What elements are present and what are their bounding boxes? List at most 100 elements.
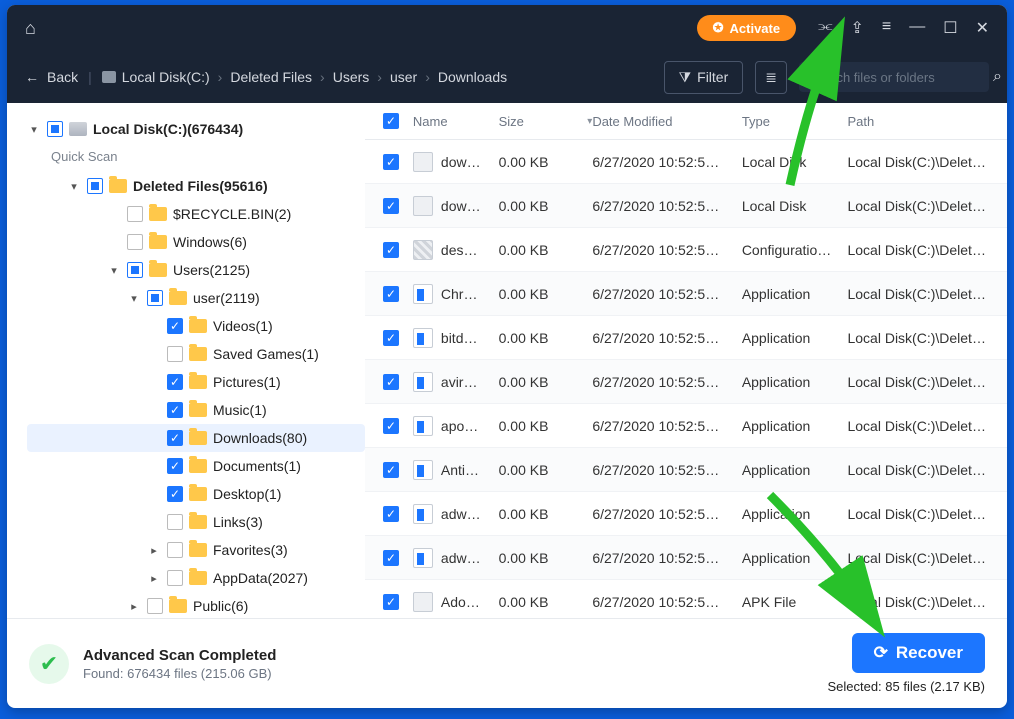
tree-item[interactable]: Downloads(80) xyxy=(27,424,365,452)
minimize-icon[interactable]: — xyxy=(909,18,925,38)
search-field[interactable]: ⌕ xyxy=(799,62,989,92)
row-checkbox[interactable] xyxy=(383,154,399,170)
tree-checkbox[interactable] xyxy=(167,458,183,474)
row-checkbox[interactable] xyxy=(383,594,399,610)
tree-checkbox[interactable] xyxy=(167,570,183,586)
tree-checkbox[interactable] xyxy=(167,318,183,334)
tree-item[interactable]: Pictures(1) xyxy=(27,368,365,396)
tree-checkbox[interactable] xyxy=(167,374,183,390)
share-icon[interactable]: ⫘ xyxy=(818,18,832,38)
col-path[interactable]: Path xyxy=(847,114,989,129)
row-checkbox[interactable] xyxy=(383,506,399,522)
tree-user[interactable]: ▾ user(2119) xyxy=(27,284,365,312)
tree-checkbox[interactable] xyxy=(87,178,103,194)
tree-item[interactable]: ▸ AppData(2027) xyxy=(27,564,365,592)
chevron-icon[interactable]: ▾ xyxy=(107,264,121,277)
file-icon xyxy=(413,196,433,216)
breadcrumb[interactable]: Local Disk(C:) ›Deleted Files ›Users ›us… xyxy=(102,69,507,85)
tree-item[interactable]: ▾ Users(2125) xyxy=(27,256,365,284)
chevron-icon[interactable]: ▸ xyxy=(147,544,161,557)
maximize-icon[interactable]: ☐ xyxy=(943,18,957,38)
arrow-left-icon: ← xyxy=(25,69,39,85)
filter-button[interactable]: ⧩ Filter xyxy=(664,61,744,94)
row-checkbox[interactable] xyxy=(383,550,399,566)
chevron-right-icon[interactable]: ▸ xyxy=(127,600,141,613)
tree-checkbox[interactable] xyxy=(167,430,183,446)
table-row[interactable]: Anti… 0.00 KB 6/27/2020 10:52:5… Applica… xyxy=(365,448,1007,492)
table-row[interactable]: apo… 0.00 KB 6/27/2020 10:52:5… Applicat… xyxy=(365,404,1007,448)
folder-icon xyxy=(149,207,167,221)
tree-checkbox[interactable] xyxy=(167,402,183,418)
tree-checkbox[interactable] xyxy=(167,346,183,362)
tree-checkbox[interactable] xyxy=(167,514,183,530)
tree-item[interactable]: Music(1) xyxy=(27,396,365,424)
tree-item[interactable]: Desktop(1) xyxy=(27,480,365,508)
tree-checkbox[interactable] xyxy=(127,234,143,250)
tree-item[interactable]: Links(3) xyxy=(27,508,365,536)
table-row[interactable]: Chr… 0.00 KB 6/27/2020 10:52:5… Applicat… xyxy=(365,272,1007,316)
table-row[interactable]: adw… 0.00 KB 6/27/2020 10:52:5… Applicat… xyxy=(365,492,1007,536)
search-input[interactable] xyxy=(809,70,985,85)
tree-deleted-files[interactable]: ▾ Deleted Files(95616) xyxy=(27,172,365,200)
tree-item[interactable]: ▸ Favorites(3) xyxy=(27,536,365,564)
export-icon[interactable]: ⇪ xyxy=(851,18,864,38)
row-checkbox[interactable] xyxy=(383,462,399,478)
back-button[interactable]: ← Back xyxy=(25,69,78,85)
search-icon[interactable]: ⌕ xyxy=(993,68,1002,86)
tree-checkbox[interactable] xyxy=(147,598,163,614)
tree-item[interactable]: Videos(1) xyxy=(27,312,365,340)
select-all-checkbox[interactable] xyxy=(383,113,399,129)
table-row[interactable]: dow… 0.00 KB 6/27/2020 10:52:5… Local Di… xyxy=(365,140,1007,184)
table-row[interactable]: adw… 0.00 KB 6/27/2020 10:52:5… Applicat… xyxy=(365,536,1007,580)
table-row[interactable]: avir… 0.00 KB 6/27/2020 10:52:5… Applica… xyxy=(365,360,1007,404)
table-row[interactable]: dow… 0.00 KB 6/27/2020 10:52:5… Local Di… xyxy=(365,184,1007,228)
row-checkbox[interactable] xyxy=(383,374,399,390)
tree-item[interactable]: Windows(6) xyxy=(27,228,365,256)
col-size[interactable]: Size▾ xyxy=(499,114,593,129)
disk-icon xyxy=(69,122,87,136)
file-icon xyxy=(413,240,433,260)
tree-item[interactable]: $RECYCLE.BIN(2) xyxy=(27,200,365,228)
folder-icon xyxy=(189,543,207,557)
tree-public[interactable]: ▸ Public(6) xyxy=(27,592,365,618)
chevron-down-icon[interactable]: ▾ xyxy=(127,292,141,305)
table-row[interactable]: Ado… 0.00 KB 6/27/2020 10:52:5… APK File… xyxy=(365,580,1007,618)
app-window: ⌂ ✪ Activate ⫘ ⇪ ≡ — ☐ ✕ ← Back | xyxy=(7,5,1007,708)
tree-checkbox[interactable] xyxy=(147,290,163,306)
col-date[interactable]: Date Modified xyxy=(592,114,742,129)
row-checkbox[interactable] xyxy=(383,330,399,346)
chevron-down-icon[interactable]: ▾ xyxy=(27,123,41,136)
view-mode-button[interactable]: ≣ xyxy=(755,61,787,94)
file-icon xyxy=(413,152,433,172)
folder-icon xyxy=(189,487,207,501)
chevron-icon[interactable]: ▸ xyxy=(147,572,161,585)
titlebar: ⌂ ✪ Activate ⫘ ⇪ ≡ — ☐ ✕ xyxy=(7,5,1007,51)
tree-item[interactable]: Documents(1) xyxy=(27,452,365,480)
menu-icon[interactable]: ≡ xyxy=(882,18,891,38)
tree-checkbox[interactable] xyxy=(167,486,183,502)
tree-checkbox[interactable] xyxy=(47,121,63,137)
col-type[interactable]: Type xyxy=(742,114,848,129)
row-checkbox[interactable] xyxy=(383,242,399,258)
sidebar-tree[interactable]: ▾ Local Disk(C:)(676434) Quick Scan ▾ De… xyxy=(7,103,365,618)
tree-checkbox[interactable] xyxy=(167,542,183,558)
row-checkbox[interactable] xyxy=(383,286,399,302)
recover-button[interactable]: ⟳ Recover xyxy=(852,633,985,673)
home-icon[interactable]: ⌂ xyxy=(25,18,36,39)
row-checkbox[interactable] xyxy=(383,418,399,434)
disk-icon xyxy=(102,71,116,83)
tree-item[interactable]: Saved Games(1) xyxy=(27,340,365,368)
table-row[interactable]: des… 0.00 KB 6/27/2020 10:52:5… Configur… xyxy=(365,228,1007,272)
close-icon[interactable]: ✕ xyxy=(976,18,989,38)
tree-checkbox[interactable] xyxy=(127,206,143,222)
selected-count: Selected: 85 files (2.17 KB) xyxy=(827,679,985,694)
row-checkbox[interactable] xyxy=(383,198,399,214)
col-name[interactable]: Name xyxy=(413,114,499,129)
folder-icon xyxy=(189,515,207,529)
tree-checkbox[interactable] xyxy=(127,262,143,278)
activate-button[interactable]: ✪ Activate xyxy=(697,15,796,41)
chevron-down-icon[interactable]: ▾ xyxy=(67,180,81,193)
tree-root[interactable]: ▾ Local Disk(C:)(676434) xyxy=(27,115,365,143)
table-row[interactable]: bitd… 0.00 KB 6/27/2020 10:52:5… Applica… xyxy=(365,316,1007,360)
file-icon xyxy=(413,504,433,524)
